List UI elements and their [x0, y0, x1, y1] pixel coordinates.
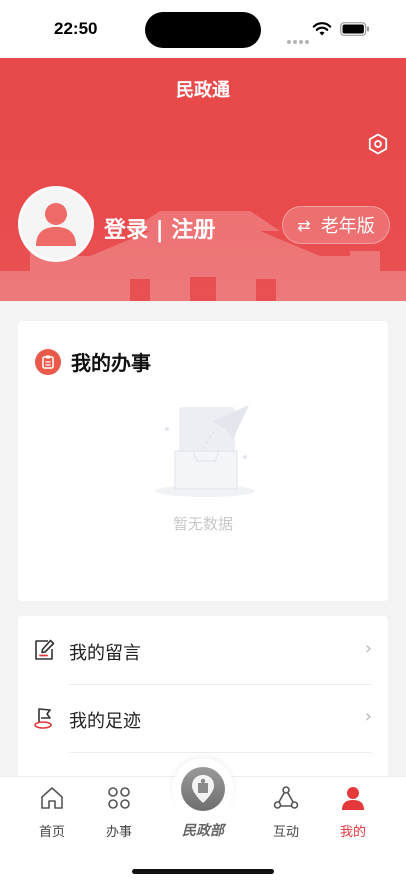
empty-state-text: 暂无数据 [172, 515, 233, 533]
list-item-my-footprint[interactable]: 我的足迹 › [18, 684, 388, 752]
dynamic-island [145, 12, 261, 48]
app-title: 民政通 [176, 80, 230, 101]
settings-icon[interactable] [366, 132, 390, 156]
user-avatar-icon [36, 203, 76, 246]
status-bar: 22:50 [0, 0, 406, 58]
status-time: 22:50 [54, 19, 98, 38]
divider [69, 752, 372, 753]
empty-inbox-icon [155, 405, 255, 497]
my-affairs-header: 我的办事 [35, 347, 151, 376]
share-nodes-icon [273, 786, 299, 809]
tab-mine[interactable]: 我的 [323, 785, 383, 840]
tab-services[interactable]: 办事 [89, 785, 149, 840]
clipboard-icon [35, 348, 61, 375]
chevron-right-icon: › [364, 638, 372, 659]
tab-label: 互动 [272, 825, 299, 840]
tab-label: 民政部 [182, 823, 224, 839]
tab-home[interactable]: 首页 [22, 785, 82, 840]
elder-mode-label: 老年版 [320, 216, 375, 237]
chevron-right-icon: › [364, 706, 372, 727]
login-register-link[interactable]: 登录 | 注册 [104, 212, 215, 244]
signal-dots-icon [287, 29, 311, 48]
tab-label: 办事 [105, 825, 132, 840]
tab-ministry[interactable]: 民政部 [169, 758, 237, 840]
home-icon [41, 787, 63, 809]
list-item-label: 我的足迹 [69, 711, 141, 732]
list-item-my-messages[interactable]: 我的留言 › [18, 616, 388, 684]
profile-header: 民政通 登录 | 注册 ⇄ 老年版 [0, 58, 406, 301]
grid-icon [108, 787, 130, 809]
swap-icon: ⇄ [297, 215, 311, 235]
elder-mode-button[interactable]: ⇄ 老年版 [282, 206, 390, 244]
tab-label: 首页 [38, 825, 65, 840]
center-tab-circle [172, 758, 234, 820]
wifi-icon [312, 22, 332, 36]
home-indicator [132, 869, 274, 874]
footprint-icon [34, 708, 52, 729]
list-item-label: 我的留言 [69, 643, 141, 664]
avatar[interactable] [18, 186, 94, 262]
my-affairs-title: 我的办事 [71, 351, 151, 375]
battery-icon [340, 22, 369, 36]
edit-note-icon [35, 639, 55, 660]
user-icon [342, 787, 364, 810]
ministry-logo-icon [181, 767, 225, 811]
my-affairs-card: 我的办事 暂无数据 [18, 321, 388, 601]
tab-interaction[interactable]: 互动 [256, 785, 316, 840]
tab-label: 我的 [339, 825, 366, 840]
